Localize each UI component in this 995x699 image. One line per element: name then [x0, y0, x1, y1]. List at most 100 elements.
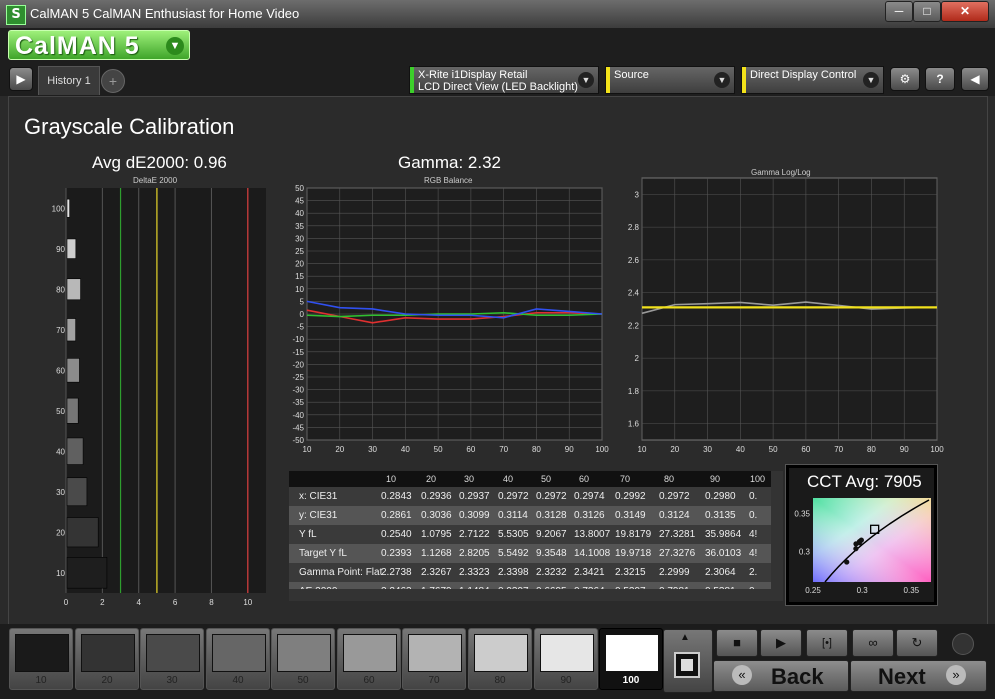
minimize-button[interactable]: ─ — [885, 1, 913, 22]
swatch-100[interactable]: 100 — [599, 628, 663, 690]
y-tick-label: 30 — [56, 488, 65, 497]
meter-selector[interactable]: X-Rite i1Display Retail LCD Direct View … — [409, 66, 599, 94]
x-tick-label: 80 — [867, 445, 876, 454]
refresh-icon[interactable]: ↻ — [896, 629, 938, 657]
column-header: 50 — [541, 474, 552, 484]
back-arrow-icon[interactable]: ◀ — [961, 67, 989, 91]
x-tick-label: 50 — [769, 445, 778, 454]
table-cell: 0.2972 — [498, 491, 529, 502]
measure-frame-icon[interactable]: [•] — [806, 629, 848, 657]
stop-icon[interactable]: ■ — [716, 629, 758, 657]
back-button[interactable]: « Back — [713, 660, 849, 692]
next-button[interactable]: Next » — [850, 660, 987, 692]
table-row: Y fL 0.2540 1.0795 2.7122 5.5305 9.2067 13.800… — [289, 525, 771, 544]
gamma-loglog-chart: 3 2.8 2.6 2.4 2.2 2 1.8 1.6 10 20 30 40 50 60 70 80 90 10… — [628, 177, 944, 454]
play-icon[interactable]: ▶ — [760, 629, 802, 657]
y-tick-label: -15 — [292, 348, 304, 357]
x-tick-label: 10 — [243, 598, 252, 607]
swatch-label: 20 — [101, 675, 113, 686]
y-tick-label: 10 — [56, 569, 65, 578]
swatch-20[interactable]: 20 — [75, 628, 139, 690]
table-cell: 2.3421 — [574, 567, 605, 578]
y-tick-label: 10 — [295, 285, 304, 294]
y-tick-label: -5 — [297, 323, 305, 332]
y-tick-label: 60 — [56, 366, 65, 375]
x-tick-label: 30 — [703, 445, 712, 454]
stop-square-icon[interactable] — [674, 652, 700, 678]
swatch-30[interactable]: 30 — [140, 628, 204, 690]
measure-control[interactable]: ▲ — [663, 629, 713, 693]
close-button[interactable]: ✕ — [941, 1, 989, 22]
chevron-right-icon: » — [946, 665, 966, 685]
gear-icon[interactable]: ⚙ — [890, 67, 920, 91]
chevron-up-icon[interactable]: ▲ — [680, 632, 690, 643]
table-cell: 0.3099 — [459, 510, 490, 521]
table-cell: 5.5305 — [498, 529, 529, 540]
help-icon[interactable]: ? — [925, 67, 955, 91]
next-label: Next — [878, 664, 926, 689]
continuous-icon[interactable]: ∞ — [852, 629, 894, 657]
calman-logo-menu[interactable]: CalMAN 5 ▼ — [8, 30, 190, 60]
table-row: x: CIE31 0.2843 0.2936 0.2937 0.2972 0.2972 0.… — [289, 487, 771, 506]
swatch-label: 40 — [232, 675, 244, 686]
table-cell: 2. — [749, 567, 758, 578]
measured-point — [857, 538, 863, 544]
swatch-color — [474, 634, 528, 672]
swatch-label: 50 — [297, 675, 309, 686]
table-cell: 13.8007 — [574, 529, 611, 540]
add-tab-button[interactable]: + — [101, 69, 125, 93]
y-tick-label: -25 — [292, 373, 304, 382]
column-header: 30 — [464, 474, 475, 484]
bar — [66, 517, 99, 548]
table-cell: 0.2972 — [659, 491, 690, 502]
column-header: 40 — [503, 474, 514, 484]
display-selector[interactable]: Direct Display Control ▼ — [741, 66, 884, 94]
table-cell: 0.2861 — [381, 510, 412, 521]
tab-history-1[interactable]: History 1 — [38, 66, 100, 95]
column-header: 10 — [386, 474, 397, 484]
source-selector[interactable]: Source ▼ — [605, 66, 735, 94]
swatch-10[interactable]: 10 — [9, 628, 73, 690]
table-cell: 35.9864 — [705, 529, 742, 540]
cct-avg-title: CCT Avg: 7905 — [807, 472, 922, 491]
source-label: Source — [614, 69, 649, 81]
y-tick-label: 1.8 — [628, 387, 640, 396]
x-tick-label: 70 — [499, 445, 508, 454]
y-tick-label: 3 — [635, 190, 640, 199]
swatch-80[interactable]: 80 — [468, 628, 532, 690]
swatch-40[interactable]: 40 — [206, 628, 270, 690]
column-header: 80 — [664, 474, 675, 484]
y-tick-label: 35 — [295, 222, 304, 231]
play-icon[interactable]: ▶ — [9, 67, 33, 91]
vertical-scrollbar[interactable] — [771, 471, 783, 589]
horizontal-scrollbar[interactable] — [289, 589, 783, 601]
table-cell: 36.0103 — [705, 548, 742, 559]
swatch-60[interactable]: 60 — [337, 628, 401, 690]
meter-name: X-Rite i1Display Retail — [418, 69, 528, 81]
y-tick-label: 70 — [56, 326, 65, 335]
rgb-balance-chart: 50454035302520151050-5-10-15-20-25-30-35… — [292, 184, 609, 454]
swatch-70[interactable]: 70 — [402, 628, 466, 690]
table-cell: 4! — [749, 548, 758, 559]
maximize-button[interactable]: □ — [913, 1, 941, 22]
page-title: Grayscale Calibration — [24, 114, 235, 139]
table-cell: 0.3126 — [574, 510, 605, 521]
table-cell: 27.3281 — [659, 529, 696, 540]
y-tick-label: 50 — [295, 184, 304, 193]
y-tick-label: -50 — [292, 436, 304, 445]
y-tick-label: 1.6 — [628, 420, 640, 429]
avg-de-title: Avg dE2000: 0.96 — [92, 153, 227, 172]
x-tick-label: 0.25 — [805, 586, 821, 595]
y-tick-label: 90 — [56, 245, 65, 254]
x-tick-label: 80 — [532, 445, 541, 454]
bar — [66, 557, 108, 589]
cie-overlay — [813, 498, 931, 582]
column-header: 70 — [620, 474, 631, 484]
x-tick-label: 100 — [595, 445, 609, 454]
swatch-90[interactable]: 90 — [534, 628, 598, 690]
swatch-label: 70 — [428, 675, 440, 686]
swatch-50[interactable]: 50 — [271, 628, 335, 690]
gamma-title: Gamma: 2.32 — [398, 153, 501, 172]
table-cell: 0.2980 — [705, 491, 736, 502]
table-cell: 0.2974 — [574, 491, 605, 502]
